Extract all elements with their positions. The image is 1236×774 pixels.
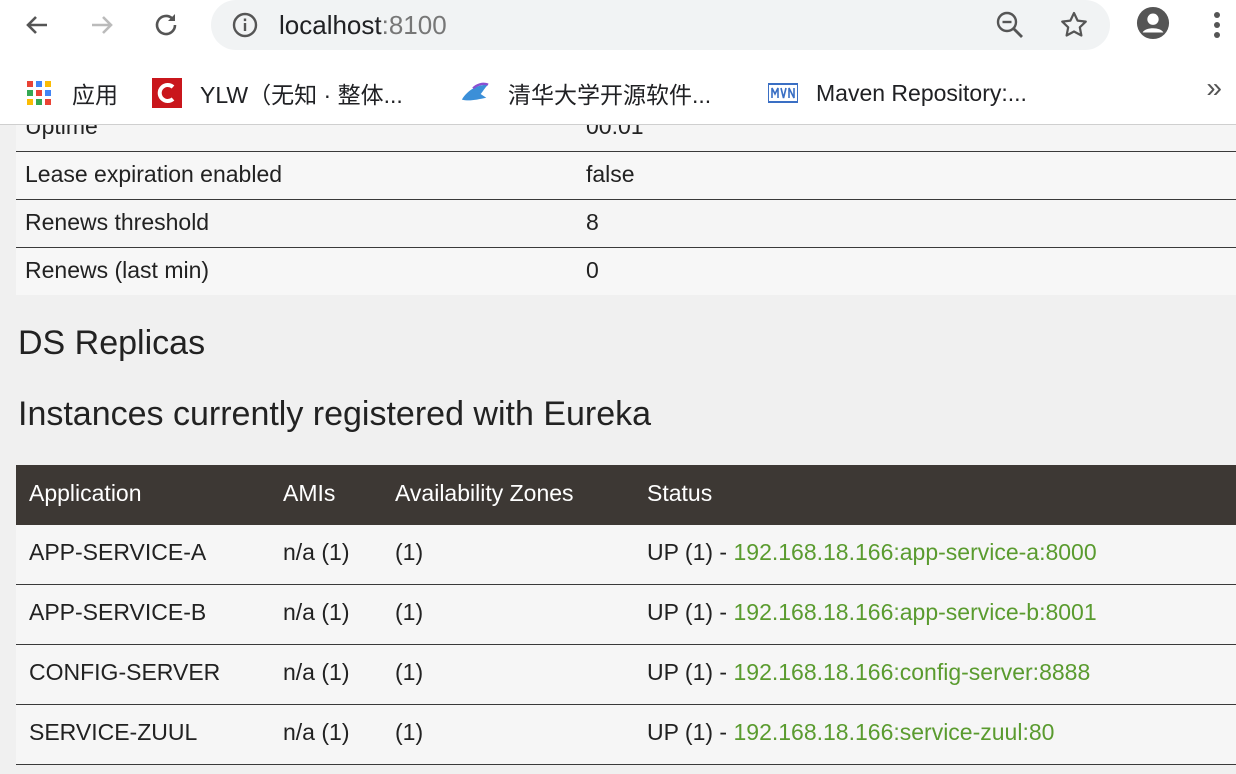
info-value: 0	[586, 257, 599, 283]
avatar-icon	[1136, 6, 1170, 40]
info-key: Renews threshold	[25, 209, 210, 235]
status-text: UP (1) -	[647, 539, 734, 565]
application-name: APP-SERVICE-A	[29, 539, 207, 565]
instances-table: Application AMIs Availability Zones Stat…	[16, 465, 1236, 765]
instance-link[interactable]: 192.168.18.166:config-server:8888	[733, 659, 1090, 685]
url-host: localhost	[279, 10, 382, 40]
amis-value: n/a (1)	[283, 659, 350, 685]
info-value: 00:01	[586, 125, 644, 139]
application-name: APP-SERVICE-B	[29, 599, 207, 625]
site-info-icon[interactable]	[229, 9, 261, 41]
status-cell: UP (1) - 192.168.18.166:service-zuul:80	[647, 719, 1054, 746]
page-content: Uptime 00:01 Lease expiration enabled fa…	[0, 125, 1236, 774]
bookmark-apps[interactable]: 应用	[24, 73, 118, 113]
bookmark-label: Maven Repository:...	[816, 79, 1027, 106]
browser-toolbar: localhost:8100	[0, 0, 1236, 62]
back-button[interactable]	[20, 8, 54, 42]
info-value: 8	[586, 209, 599, 235]
table-header: Application AMIs Availability Zones Stat…	[16, 465, 1236, 525]
url-text[interactable]: localhost:8100	[279, 10, 447, 40]
forward-arrow-icon	[92, 16, 113, 34]
amis-value: n/a (1)	[283, 599, 350, 625]
url-port: :8100	[381, 10, 447, 40]
instance-link[interactable]: 192.168.18.166:app-service-b:8001	[733, 599, 1096, 625]
menu-button[interactable]	[1200, 8, 1234, 42]
instance-link[interactable]: 192.168.18.166:app-service-a:8000	[733, 539, 1096, 565]
table-row: SERVICE-ZUUL n/a (1) (1) UP (1) - 192.16…	[16, 705, 1236, 765]
zones-value: (1)	[395, 539, 424, 565]
csdn-icon	[152, 78, 182, 108]
amis-value: n/a (1)	[283, 539, 350, 565]
table-row: Renews threshold 8	[16, 199, 1236, 247]
table-row: Lease expiration enabled false	[16, 151, 1236, 199]
zones-value: (1)	[395, 599, 424, 625]
info-key: Renews (last min)	[25, 257, 210, 283]
tuna-icon	[460, 78, 490, 108]
apps-grid-icon	[24, 78, 54, 108]
application-name: SERVICE-ZUUL	[29, 719, 198, 745]
reload-button[interactable]	[149, 8, 183, 42]
replicas-heading: DS Replicas	[18, 324, 206, 362]
bookmark-tuna[interactable]: 清华大学开源软件...	[460, 73, 711, 113]
profile-button[interactable]	[1136, 6, 1170, 40]
column-header-application: Application	[29, 480, 142, 506]
status-cell: UP (1) - 192.168.18.166:config-server:88…	[647, 659, 1090, 686]
zoom-icon[interactable]	[994, 9, 1026, 41]
zones-value: (1)	[395, 719, 424, 745]
back-arrow-icon	[26, 16, 47, 34]
table-row: Renews (last min) 0	[16, 247, 1236, 295]
info-value: false	[586, 161, 635, 187]
bookmark-label: 应用	[72, 82, 118, 108]
reload-icon	[155, 14, 177, 36]
status-cell: UP (1) - 192.168.18.166:app-service-b:80…	[647, 599, 1097, 626]
status-text: UP (1) -	[647, 599, 734, 625]
address-bar[interactable]: localhost:8100	[211, 0, 1110, 50]
application-name: CONFIG-SERVER	[29, 659, 221, 685]
mvn-icon	[768, 78, 798, 108]
bookmark-star-icon[interactable]	[1058, 9, 1090, 41]
table-row: Uptime 00:01	[16, 125, 1236, 151]
instances-heading: Instances currently registered with Eure…	[18, 395, 652, 433]
status-text: UP (1) -	[647, 719, 734, 745]
info-key: Lease expiration enabled	[25, 161, 283, 187]
column-header-zones: Availability Zones	[395, 480, 574, 506]
table-row: APP-SERVICE-B n/a (1) (1) UP (1) - 192.1…	[16, 585, 1236, 645]
column-header-amis: AMIs	[283, 480, 336, 506]
table-row: CONFIG-SERVER n/a (1) (1) UP (1) - 192.1…	[16, 645, 1236, 705]
zones-value: (1)	[395, 659, 424, 685]
status-cell: UP (1) - 192.168.18.166:app-service-a:80…	[647, 539, 1097, 566]
bookmark-csdn[interactable]: YLW（无知 · 整体...	[152, 73, 403, 113]
more-vert-icon	[1214, 12, 1220, 38]
amis-value: n/a (1)	[283, 719, 350, 745]
bookmarks-bar: 应用 YLW（无知 · 整体... 清华大学开源软件... Maven Repo…	[0, 62, 1236, 125]
bookmark-maven[interactable]: Maven Repository:...	[768, 73, 1027, 113]
general-info-table: Uptime 00:01 Lease expiration enabled fa…	[16, 125, 1236, 295]
forward-button[interactable]	[85, 8, 119, 42]
bookmark-label: YLW（无知 · 整体...	[200, 82, 403, 108]
bookmark-label: 清华大学开源软件...	[508, 82, 712, 108]
table-row: APP-SERVICE-A n/a (1) (1) UP (1) - 192.1…	[16, 525, 1236, 585]
instance-link[interactable]: 192.168.18.166:service-zuul:80	[733, 719, 1054, 745]
status-text: UP (1) -	[647, 659, 734, 685]
info-key: Uptime	[25, 125, 98, 139]
bookmarks-overflow-button[interactable]: »	[1206, 72, 1222, 104]
column-header-status: Status	[647, 480, 713, 506]
